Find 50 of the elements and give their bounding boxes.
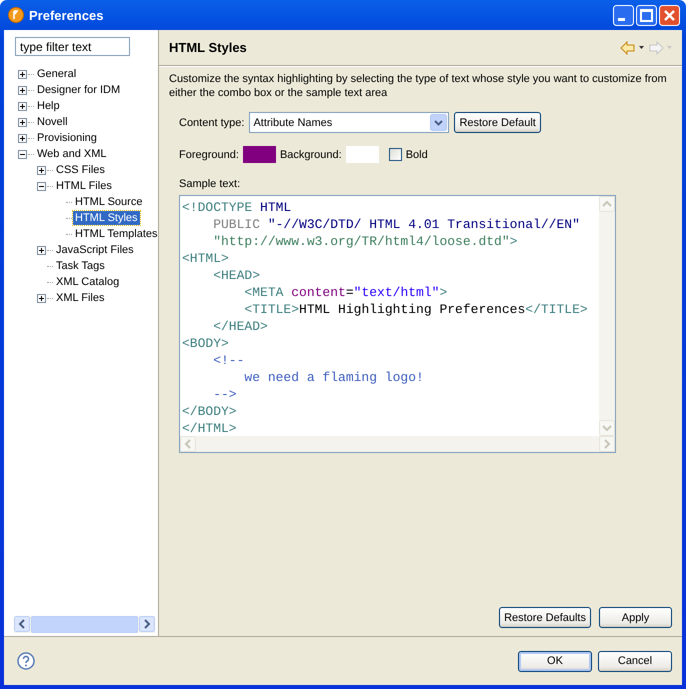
help-icon[interactable] (17, 652, 35, 670)
expand-icon[interactable] (37, 294, 46, 302)
collapse-icon[interactable] (37, 182, 46, 190)
filter-field[interactable]: type filter text (15, 37, 130, 56)
bold-label: Bold (406, 148, 428, 160)
expand-icon[interactable] (37, 246, 46, 254)
expand-icon[interactable] (18, 102, 27, 110)
tree-item[interactable]: Provisioning (35, 131, 99, 145)
tree-item[interactable]: Novell (35, 115, 70, 129)
close-button[interactable] (659, 4, 680, 26)
description-text: Customize the syntax highlighting by selecting the type of text whose style you want to customize from either the combo box or the sample text area (169, 72, 668, 100)
tree-item[interactable]: CSS Files (54, 163, 107, 177)
background-color-button[interactable] (346, 146, 379, 163)
tree-item[interactable]: XML Files (54, 291, 106, 305)
cancel-button[interactable]: Cancel (598, 650, 672, 672)
restore-default-button[interactable]: Restore Default (454, 112, 541, 133)
tree-item[interactable]: HTML Templates (73, 227, 160, 241)
bold-checkbox[interactable] (388, 148, 402, 161)
tree-item[interactable]: HTML Styles (73, 211, 140, 225)
content-type-dropdown[interactable]: Attribute Names (249, 112, 450, 133)
ok-button[interactable]: OK (518, 650, 592, 672)
sample-text-label: Sample text: (178, 178, 242, 190)
tree-item[interactable]: HTML Files (54, 179, 114, 193)
collapse-icon[interactable] (18, 150, 27, 158)
expand-icon[interactable] (18, 118, 27, 126)
page-title: HTML Styles (169, 40, 247, 55)
expand-icon[interactable] (37, 166, 46, 174)
apply-button[interactable]: Apply (599, 607, 672, 628)
foreground-label: Foreground: (179, 148, 239, 160)
tree-item[interactable]: XML Catalog (54, 275, 122, 289)
tree-item[interactable]: Designer for IDM (35, 83, 122, 97)
restore-defaults-button[interactable]: Restore Defaults (499, 607, 591, 628)
background-label: Background: (280, 148, 342, 160)
tree-item[interactable]: Help (35, 99, 62, 113)
maximize-button[interactable] (636, 4, 657, 26)
tree-item[interactable]: HTML Source (73, 195, 144, 209)
back-arrow-icon[interactable] (620, 40, 646, 54)
app-icon (8, 7, 24, 23)
expand-icon[interactable] (18, 70, 27, 78)
horizontal-scrollbar[interactable] (14, 616, 155, 633)
tree-item[interactable]: Web and XML (35, 147, 109, 161)
expand-icon[interactable] (18, 134, 27, 142)
tree-item[interactable]: Task Tags (54, 259, 107, 273)
window-title: Preferences (29, 8, 104, 22)
content-type-label: Content type: (179, 116, 244, 128)
expand-icon[interactable] (18, 86, 27, 94)
foreground-color-button[interactable] (242, 146, 276, 163)
minimize-button[interactable] (613, 4, 634, 26)
tree-item[interactable]: JavaScript Files (54, 243, 136, 257)
tree-item[interactable]: General (35, 67, 78, 81)
